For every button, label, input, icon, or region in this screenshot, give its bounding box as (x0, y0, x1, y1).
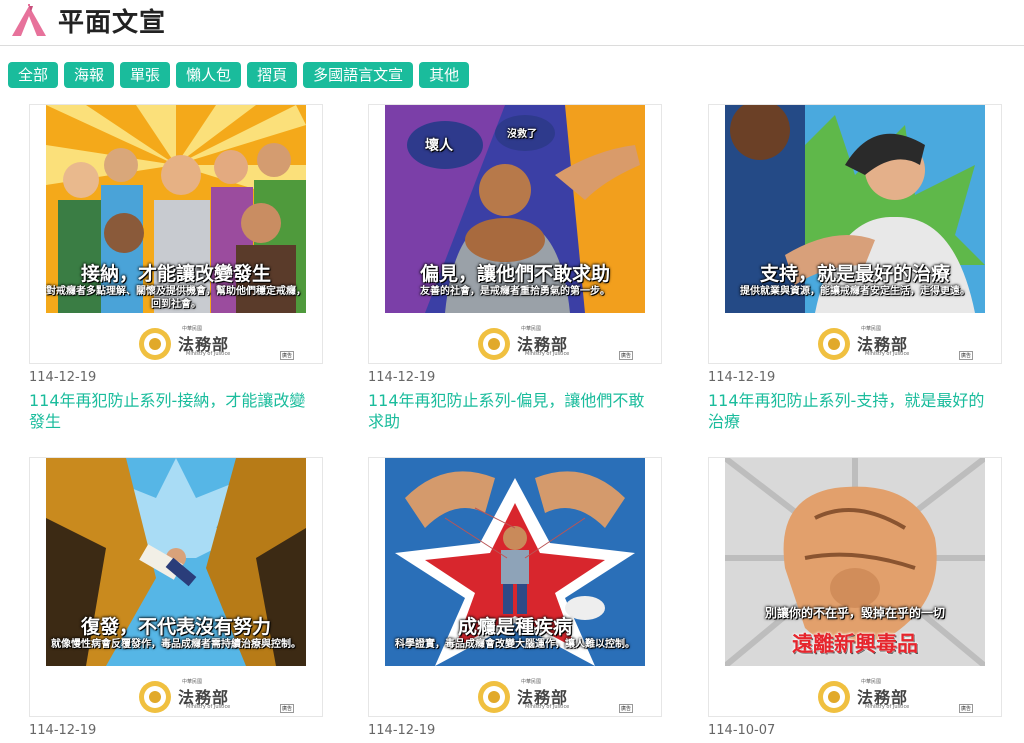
poster-subtext: 就像慢性病會反覆發作，毒品成癮者需持續治療與控制。 (51, 639, 301, 650)
card-date: 114-12-19 (368, 370, 436, 385)
card-date: 114-12-19 (368, 723, 436, 738)
ministry-name-en: Ministry of Justice (186, 351, 231, 357)
category-filter-bar: 全部 海報 單張 懶人包 摺頁 多國語言文宣 其他 (8, 62, 470, 88)
filter-poster[interactable]: 海報 (64, 62, 115, 88)
poster-footer: 中華民國 法務部 Ministry of Justice 廣告 (46, 666, 306, 716)
ad-tag: 廣告 (619, 704, 634, 713)
card-date: 114-12-19 (29, 370, 97, 385)
poster-footer: 中華民國 法務部 Ministry of Justice 廣告 (725, 313, 985, 363)
poster-image: 復發，不代表沒有努力 就像慢性病會反覆發作，毒品成癮者需持續治療與控制。 (46, 458, 306, 666)
card-thumbnail[interactable]: 接納，才能讓改變發生 對戒癮者多點理解、關懷及提供機會，幫助他們穩定戒癮，回到社… (29, 104, 323, 364)
ministry-name-en: Ministry of Justice (186, 704, 231, 710)
card-date: 114-12-19 (29, 723, 97, 738)
poster-bubble-text: 壞人 (425, 138, 453, 154)
filter-multilingual[interactable]: 多國語言文宣 (303, 62, 414, 88)
poster-headline: 成癮是種疾病 (457, 616, 572, 638)
poster-subtext: 科學證實，毒品成癮會改變大腦運作，讓人難以控制。 (395, 639, 635, 650)
card-title-link[interactable]: 114年再犯防止系列-偏見，讓他們不敢求助 (368, 390, 660, 432)
poster-image: 別讓你的不在乎，毀掉在乎的一切 遠離新興毒品 (725, 458, 985, 666)
card-thumbnail[interactable]: 成癮是種疾病 科學證實，毒品成癮會改變大腦運作，讓人難以控制。 中華民國 法務部… (368, 457, 662, 717)
card-thumbnail[interactable]: 支持，就是最好的治療 提供就業與資源，能讓戒癮者安定生活，走得更遠。 中華民國 … (708, 104, 1002, 364)
poster-subtext: 提供就業與資源，能讓戒癮者安定生活，走得更遠。 (740, 286, 970, 297)
poster-headline: 偏見，讓他們不敢求助 (419, 263, 610, 285)
poster-headline: 遠離新興毒品 (792, 632, 918, 656)
ministry-seal-icon (818, 328, 850, 360)
filter-all[interactable]: 全部 (8, 62, 59, 88)
poster-footer: 中華民國 法務部 Ministry of Justice 廣告 (725, 666, 985, 716)
poster-footer: 中華民國 法務部 Ministry of Justice 廣告 (385, 313, 645, 363)
filter-infographic[interactable]: 懶人包 (176, 62, 242, 88)
ad-tag: 廣告 (280, 351, 295, 360)
card-thumbnail[interactable]: 別讓你的不在乎，毀掉在乎的一切 遠離新興毒品 中華民國 法務部 Ministry… (708, 457, 1002, 717)
ministry-seal-icon (478, 681, 510, 713)
filter-brochure[interactable]: 摺頁 (247, 62, 298, 88)
poster-subtext: 對戒癮者多點理解、關懷及提供機會，幫助他們穩定戒癮，回到社會。 (46, 286, 306, 310)
card-thumbnail[interactable]: 壞人 沒救了 偏見，讓他們不敢求助 友善的社會，是戒癮者重拾勇氣的第一步。 中華… (368, 104, 662, 364)
poster-footer: 中華民國 法務部 Ministry of Justice 廣告 (46, 313, 306, 363)
poster-image: 接納，才能讓改變發生 對戒癮者多點理解、關懷及提供機會，幫助他們穩定戒癮，回到社… (46, 105, 306, 313)
ministry-name-en: Ministry of Justice (525, 704, 570, 710)
card-date: 114-12-19 (708, 370, 776, 385)
filter-other[interactable]: 其他 (419, 62, 470, 88)
tent-logo-icon (12, 4, 46, 36)
filter-flyer[interactable]: 單張 (120, 62, 171, 88)
card-thumbnail[interactable]: 復發，不代表沒有努力 就像慢性病會反覆發作，毒品成癮者需持續治療與控制。 中華民… (29, 457, 323, 717)
poster-subtext: 友善的社會，是戒癮者重拾勇氣的第一步。 (420, 286, 610, 297)
ad-tag: 廣告 (619, 351, 634, 360)
ministry-seal-icon (139, 681, 171, 713)
ad-tag: 廣告 (959, 704, 974, 713)
page-title: 平面文宣 (58, 8, 167, 38)
card-title-link[interactable]: 114年再犯防止系列-接納，才能讓改變發生 (29, 390, 321, 432)
ministry-seal-icon (818, 681, 850, 713)
page-header: 平面文宣 (0, 0, 1024, 46)
ad-tag: 廣告 (959, 351, 974, 360)
ministry-seal-icon (139, 328, 171, 360)
poster-image: 壞人 沒救了 偏見，讓他們不敢求助 友善的社會，是戒癮者重拾勇氣的第一步。 (385, 105, 645, 313)
ad-tag: 廣告 (280, 704, 295, 713)
poster-bubble-text: 沒救了 (507, 129, 537, 140)
ministry-name-en: Ministry of Justice (865, 704, 910, 710)
poster-headline: 復發，不代表沒有努力 (80, 616, 271, 638)
poster-headline: 接納，才能讓改變發生 (80, 263, 271, 285)
ministry-name-en: Ministry of Justice (865, 351, 910, 357)
poster-headline: 支持，就是最好的治療 (759, 263, 950, 285)
card-title-link[interactable]: 114年再犯防止系列-支持，就是最好的治療 (708, 390, 1000, 432)
poster-subtext: 別讓你的不在乎，毀掉在乎的一切 (764, 606, 945, 620)
card-date: 114-10-07 (708, 723, 776, 738)
poster-image: 支持，就是最好的治療 提供就業與資源，能讓戒癮者安定生活，走得更遠。 (725, 105, 985, 313)
ministry-seal-icon (478, 328, 510, 360)
ministry-name-en: Ministry of Justice (525, 351, 570, 357)
poster-footer: 中華民國 法務部 Ministry of Justice 廣告 (385, 666, 645, 716)
poster-image: 成癮是種疾病 科學證實，毒品成癮會改變大腦運作，讓人難以控制。 (385, 458, 645, 666)
